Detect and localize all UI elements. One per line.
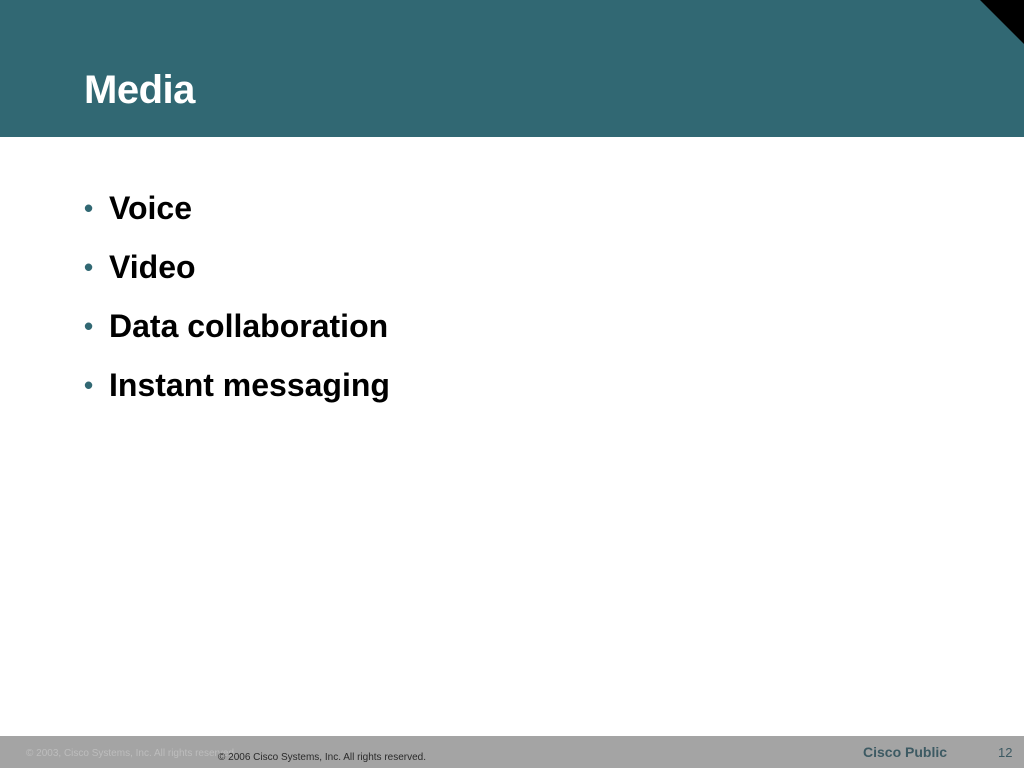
corner-triangle-decoration [980,0,1024,44]
footer-copyright: © 2006 Cisco Systems, Inc. All rights re… [218,752,427,763]
slide-title: Media [84,68,195,112]
bullet-marker: • [84,370,94,400]
bullet-text: Data collaboration [109,308,389,344]
bullet-marker: • [84,193,94,223]
bullet-marker: • [84,311,94,341]
page-number: 12 [998,745,1013,760]
bullet-text: Voice [109,190,192,226]
footer-classification: Cisco Public [863,744,948,760]
bullet-text: Video [109,249,196,285]
footer-ghost-copyright: © 2003, Cisco Systems, Inc. All rights r… [26,748,237,759]
slide: Media • Voice • Video • Data collaborati… [0,0,1024,768]
bullet-text: Instant messaging [109,367,390,403]
bullet-marker: • [84,252,94,282]
